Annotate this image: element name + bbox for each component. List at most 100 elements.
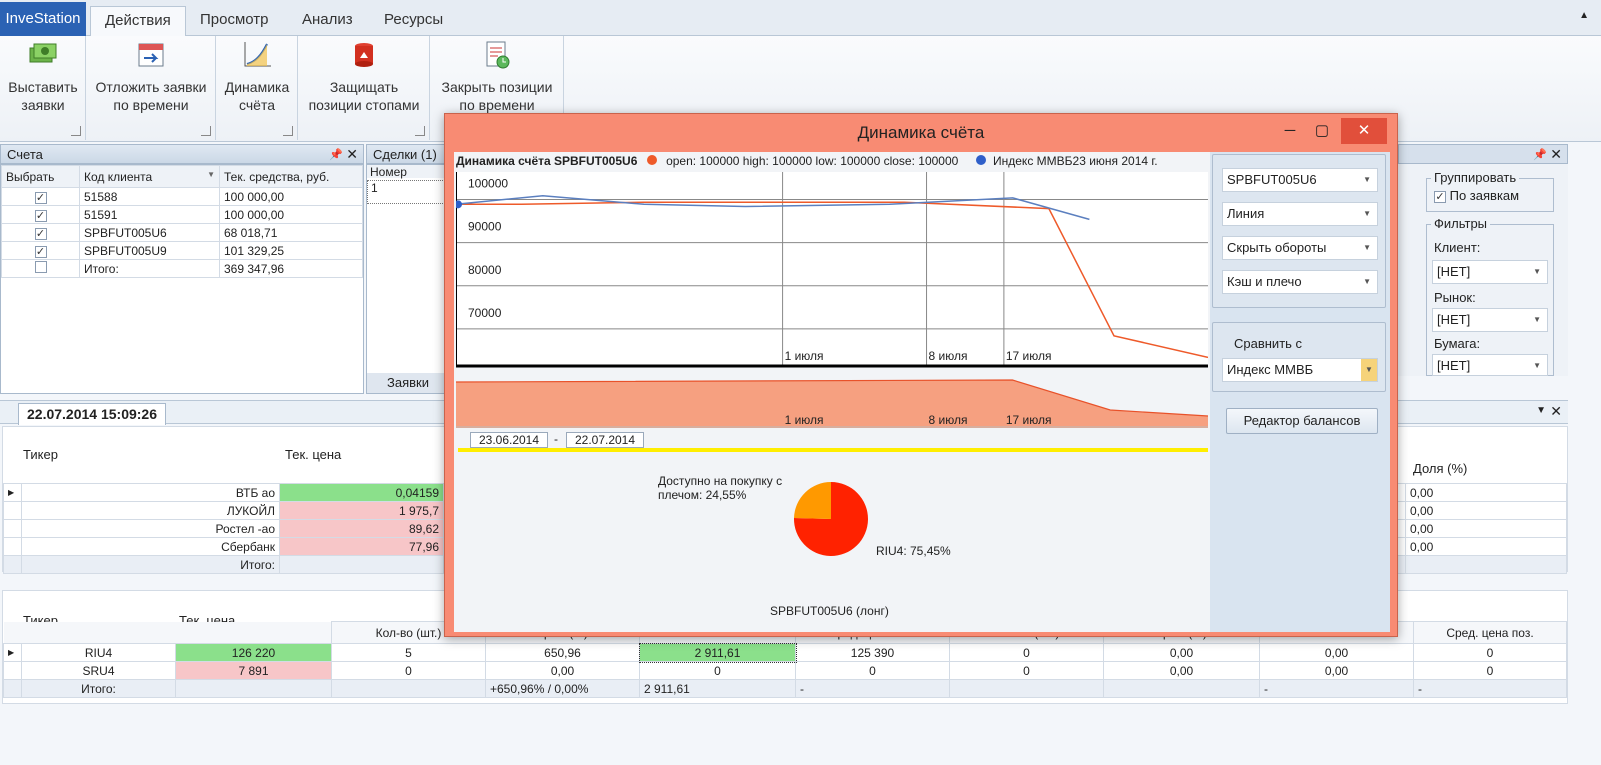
select-checkbox[interactable] [34,261,47,273]
chart-icon [244,42,271,67]
group-launcher-icon[interactable] [71,126,81,136]
dialog-body: Динамика счёта SPBFUT005U6 open: 100000 … [454,152,1390,632]
table-row[interactable]: ✓ SPBFUT005U6 68 018,71 [1,223,363,242]
chart-legend: Динамика счёта SPBFUT005U6 open: 100000 … [456,154,1158,168]
select-checkbox[interactable]: ✓ [34,209,47,222]
col-price[interactable]: Тек. цена [285,447,341,462]
x-tick-label: 1 июля [785,349,824,363]
chevron-down-icon: ▼ [1363,243,1371,252]
tab-view[interactable]: Просмотр [186,6,283,36]
table-row[interactable]: ✓ 51588 100 000,00 [1,187,363,206]
chevron-down-icon: ▼ [1361,359,1377,381]
orders-tab[interactable]: Заявки [367,373,447,393]
close-icon[interactable]: ✕ [1341,118,1387,144]
legend-marker-account [646,155,657,165]
client-select[interactable]: [НЕТ] ▼ [1432,260,1548,284]
group-launcher-icon[interactable] [283,126,293,136]
col-ticker[interactable]: Тикер [23,447,58,462]
deals-grid: Номер 1 Заявки [366,164,447,394]
date-range-slider[interactable] [458,448,1208,452]
table-row[interactable]: SRU4 7 891 0 0,00 0 0 0 0,00 0,00 0 [3,661,1567,680]
close-icon[interactable]: ✕ [1550,144,1562,164]
table-row[interactable]: ▶ RIU4 126 220 5 650,96 2 911,61 125 390… [3,642,1567,663]
app-menu-button[interactable]: InveStation [0,2,86,36]
money-icon [29,43,57,63]
close-icon[interactable]: ✕ [1550,403,1562,420]
pin-icon[interactable]: 📌 [1533,145,1547,165]
pin-icon[interactable]: 📌 [329,145,343,165]
balance-editor-button[interactable]: Редактор балансов [1226,408,1378,434]
col-select[interactable]: Выбрать [1,165,80,188]
area-panel [456,380,1208,428]
col-number[interactable]: Номер [367,165,445,179]
market-select[interactable]: [НЕТ] ▼ [1432,308,1548,332]
col-client-code[interactable]: Код клиента ▼ [79,165,220,188]
account-dynamics-button[interactable]: Динамика счёта [218,40,296,114]
place-orders-button[interactable]: Выставить заявки [4,40,82,114]
y-tick-label: 80000 [468,263,502,277]
table-row[interactable]: ✓ SPBFUT005U9 101 329,25 [1,241,363,260]
close-positions-button[interactable]: Закрыть позиции по времени [432,40,562,114]
pie-slice-free [794,482,831,519]
protect-positions-button[interactable]: Защищать позиции стопами [300,40,428,114]
chevron-down-icon: ▼ [1533,267,1541,276]
minimize-icon[interactable]: ─ [1273,118,1307,144]
dialog-title: Динамика счёта [857,123,985,142]
allocation-pie [794,482,868,556]
select-checkbox[interactable]: ✓ [34,245,47,258]
ribbon-tabbar: InveStation Действия Просмотр Анализ Рес… [0,0,1601,36]
y-tick-label: 70000 [468,306,502,320]
account-dynamics-chart[interactable]: 100000 90000 80000 70000 1 июля 8 июля 17 июля… [456,172,1208,430]
deals-panel-header: Сделки (1) [366,144,456,164]
document-clock-icon [486,41,510,69]
account-dynamics-dialog: Динамика счёта ─ ▢ ✕ Динамика счёта SPBF… [444,113,1398,637]
chevron-down-icon: ▼ [1363,277,1371,286]
delay-orders-button[interactable]: Отложить заявки по времени [88,40,214,114]
col-funds[interactable]: Тек. средства, руб. [219,165,363,188]
ribbon-group-orders: Выставить заявки [0,36,86,140]
security-select[interactable]: [НЕТ] ▼ [1432,354,1548,376]
close-icon[interactable]: ✕ [346,144,358,164]
table-row-total[interactable]: Итого: 369 347,96 [1,259,363,278]
select-checkbox[interactable]: ✓ [34,191,47,204]
tab-actions[interactable]: Действия [90,6,186,36]
pie-label-riu4: RIU4: 75,45% [876,544,951,558]
ribbon-group-dynamics: Динамика счёта [216,36,298,140]
tab-timestamp[interactable]: 22.07.2014 15:09:26 [18,403,166,425]
cash-leverage-select[interactable]: Кэш и плечо ▼ [1222,270,1378,294]
area-x-label: 1 июля [785,413,824,427]
turnover-select[interactable]: Скрыть обороты ▼ [1222,236,1378,260]
group-launcher-icon[interactable] [201,126,211,136]
group-by-orders-checkbox[interactable]: ✓ По заявкам [1434,188,1519,203]
pie-label-free: Доступно на покупку с плечом: 24,55% [658,474,783,502]
compare-index-select[interactable]: Индекс ММВБ ▼ [1222,358,1378,382]
legend-marker-index [975,155,986,165]
plot-background [456,172,1208,366]
chevron-down-icon: ▼ [1533,361,1541,370]
col-avg-price-2[interactable]: Сред. цена поз. [1413,621,1567,644]
date-from-field[interactable]: 23.06.2014 [470,432,548,448]
group-launcher-icon[interactable] [415,126,425,136]
date-to-field[interactable]: 22.07.2014 [566,432,644,448]
ribbon-collapse-icon[interactable]: ▲ [1579,10,1589,21]
chart-type-select[interactable]: Линия ▼ [1222,202,1378,226]
y-tick-label: 100000 [468,177,508,191]
table-row[interactable]: ✓ 51591 100 000,00 [1,205,363,224]
dialog-settings-pane: SPBFUT005U6 ▼ Линия ▼ Скрыть обороты ▼ Кэш … [1210,152,1390,632]
y-tick-label: 90000 [468,220,502,234]
col-share[interactable]: Доля (%) [1413,461,1467,476]
x-tick-label: 17 июля [1006,349,1052,363]
area-x-label: 17 июля [1006,413,1052,427]
tab-analysis[interactable]: Анализ [288,6,367,36]
right-panel-header: 📌 ✕ [1398,144,1568,164]
table-row-total[interactable]: Итого: +650,96% / 0,00% 2 911,61 - - - [3,679,1567,698]
account-select[interactable]: SPBFUT005U6 ▼ [1222,168,1378,192]
maximize-icon[interactable]: ▢ [1305,118,1339,144]
accounts-panel-header: Счета 📌 ✕ [0,144,364,164]
chevron-down-icon: ▼ [1533,315,1541,324]
tab-resources[interactable]: Ресурсы [370,6,457,36]
select-checkbox[interactable]: ✓ [34,227,47,240]
dropdown-icon[interactable]: ▼ [1536,405,1546,416]
filter-panel: Группировать ✓ По заявкам Фильтры Клиент… [1398,164,1568,376]
deal-row[interactable]: 1 [367,180,445,204]
